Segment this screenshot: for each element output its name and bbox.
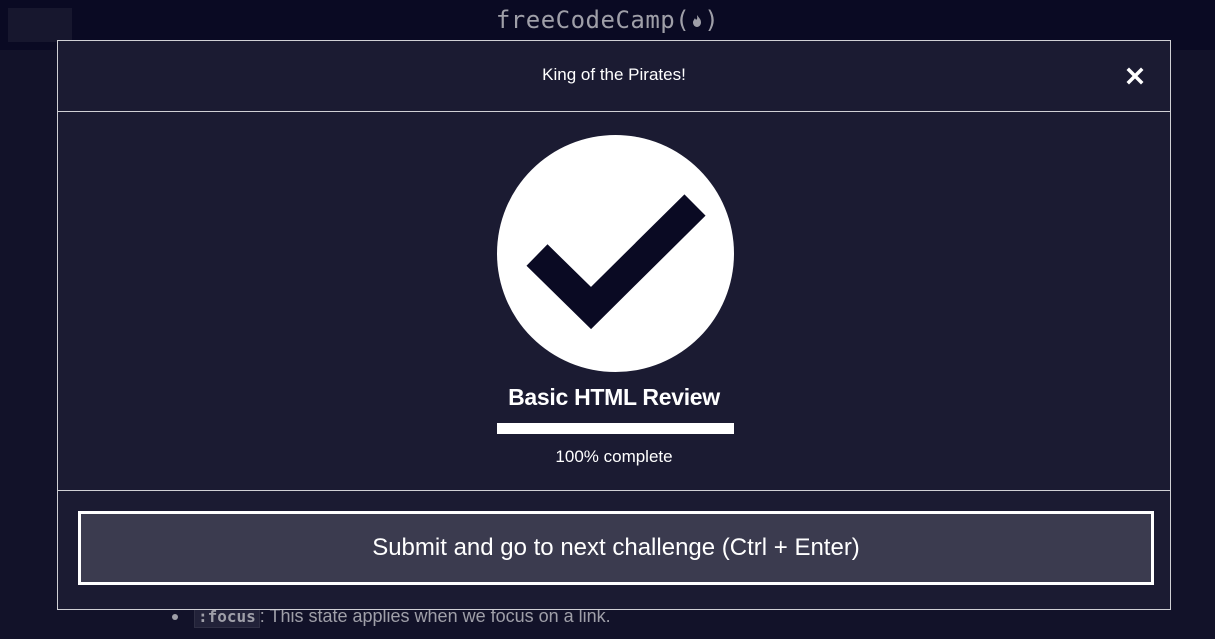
modal-body: Basic HTML Review 100% complete (58, 112, 1170, 491)
modal-footer: Submit and go to next challenge (Ctrl + … (58, 491, 1170, 609)
close-icon (1126, 67, 1144, 85)
modal-header: King of the Pirates! (58, 41, 1170, 112)
modal-title: King of the Pirates! (542, 65, 686, 84)
close-button[interactable] (1122, 63, 1148, 89)
completion-modal: King of the Pirates! Basic HTML Review 1… (57, 40, 1171, 610)
block-title: Basic HTML Review (508, 384, 720, 410)
progress-text: 100% complete (555, 447, 673, 466)
submit-next-challenge-button[interactable]: Submit and go to next challenge (Ctrl + … (78, 511, 1154, 585)
checkmark-circle-icon (497, 135, 734, 372)
progress-bar (497, 423, 734, 434)
progress-bar-fill (497, 423, 734, 434)
